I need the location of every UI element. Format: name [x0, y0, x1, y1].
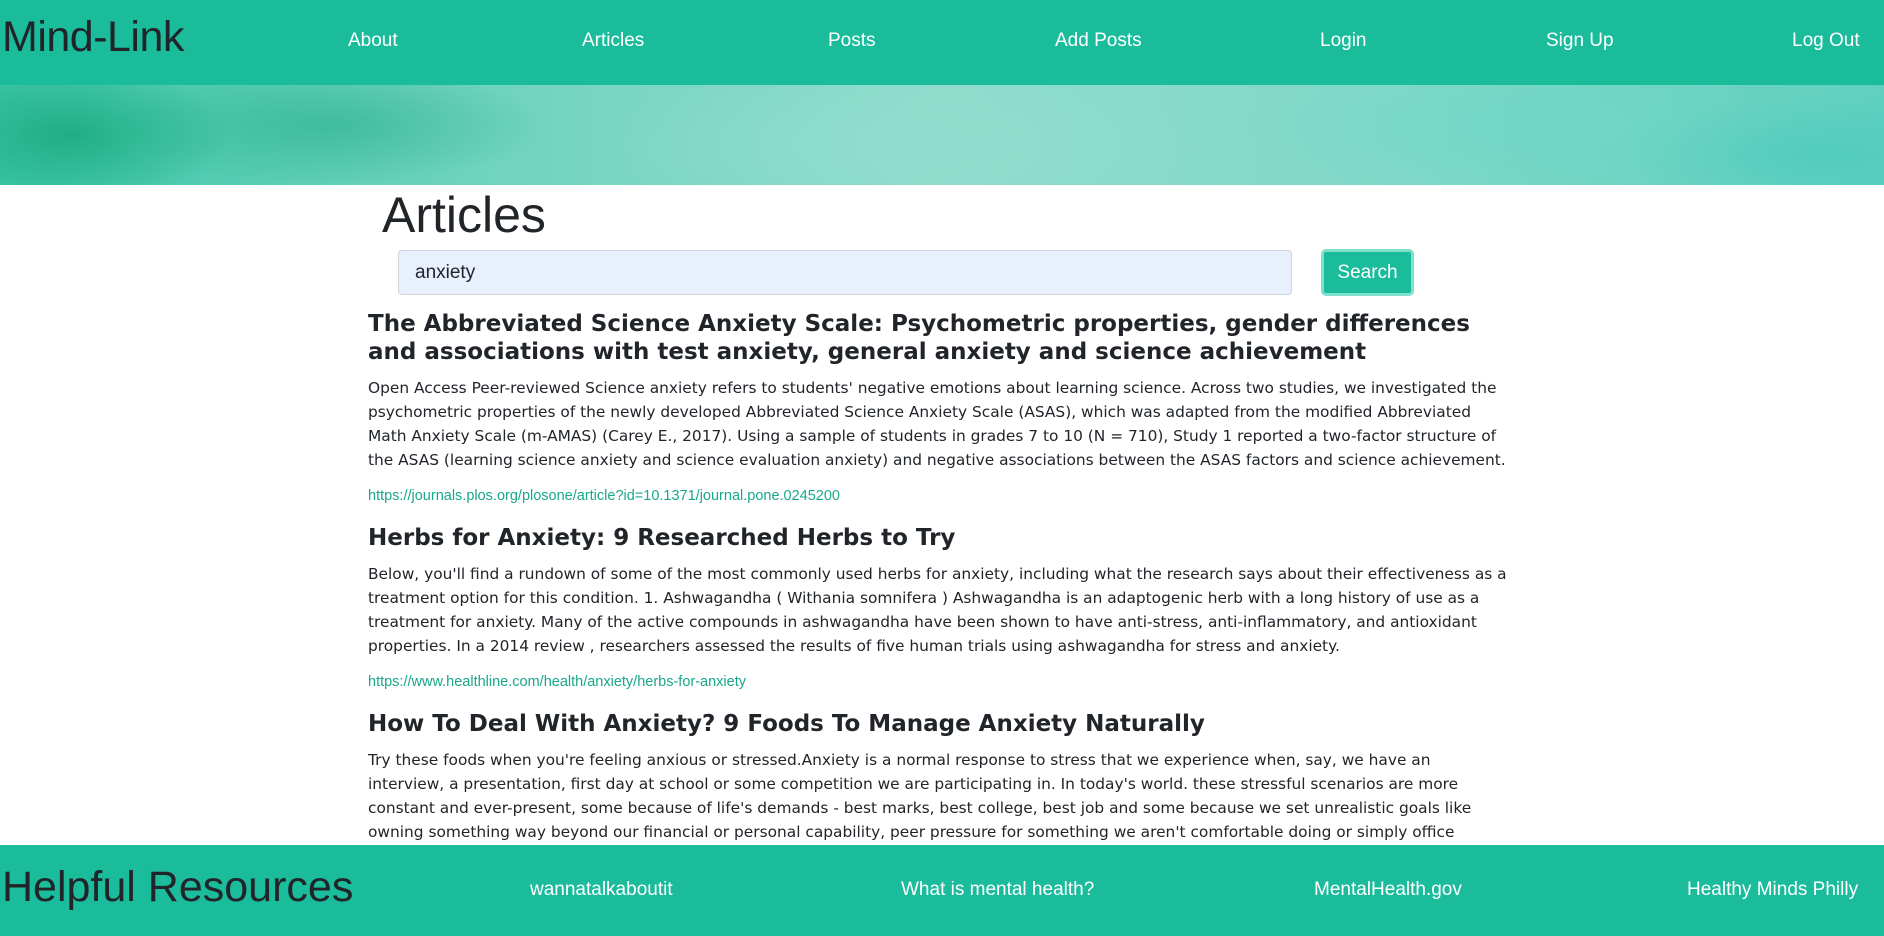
- nav-about[interactable]: About: [348, 29, 398, 53]
- search-button[interactable]: Search: [1321, 249, 1414, 296]
- article-item: Herbs for Anxiety: 9 Researched Herbs to…: [368, 524, 1508, 692]
- nav-posts[interactable]: Posts: [828, 29, 876, 53]
- article-list: The Abbreviated Science Anxiety Scale: P…: [368, 310, 1508, 862]
- footer-link-mentalhealth-gov[interactable]: MentalHealth.gov: [1314, 878, 1462, 902]
- footer-link-wannatalkaboutit[interactable]: wannatalkaboutit: [530, 878, 673, 902]
- footer-link-what-is-mental-health[interactable]: What is mental health?: [901, 878, 1094, 902]
- nav-login[interactable]: Login: [1320, 29, 1367, 53]
- search-input[interactable]: [398, 250, 1292, 295]
- footer-title: Helpful Resources: [2, 863, 354, 911]
- article-summary: Try these foods when you're feeling anxi…: [368, 751, 1472, 841]
- article-link[interactable]: https://www.healthline.com/health/anxiet…: [368, 672, 1508, 692]
- page-title: Articles: [382, 187, 546, 243]
- article-summary: Below, you'll find a rundown of some of …: [368, 565, 1507, 655]
- footer-bar: Helpful Resources wannatalkaboutit What …: [0, 845, 1884, 936]
- article-summary: Open Access Peer-reviewed Science anxiet…: [368, 379, 1506, 469]
- top-navbar: Mind-Link About Articles Posts Add Posts…: [0, 0, 1884, 85]
- article-link[interactable]: https://journals.plos.org/plosone/articl…: [368, 486, 1508, 506]
- nav-sign-up[interactable]: Sign Up: [1546, 29, 1614, 53]
- article-title: The Abbreviated Science Anxiety Scale: P…: [368, 311, 1470, 365]
- article-item: How To Deal With Anxiety? 9 Foods To Man…: [368, 710, 1508, 844]
- nav-log-out[interactable]: Log Out: [1792, 29, 1860, 53]
- nav-add-posts[interactable]: Add Posts: [1055, 29, 1142, 53]
- article-title: How To Deal With Anxiety? 9 Foods To Man…: [368, 711, 1205, 737]
- watercolor-banner: [0, 85, 1884, 185]
- article-item: The Abbreviated Science Anxiety Scale: P…: [368, 310, 1508, 506]
- nav-articles[interactable]: Articles: [582, 29, 644, 53]
- footer-link-healthy-minds-philly[interactable]: Healthy Minds Philly: [1687, 878, 1858, 902]
- article-title: Herbs for Anxiety: 9 Researched Herbs to…: [368, 525, 956, 551]
- brand-logo[interactable]: Mind-Link: [2, 12, 184, 62]
